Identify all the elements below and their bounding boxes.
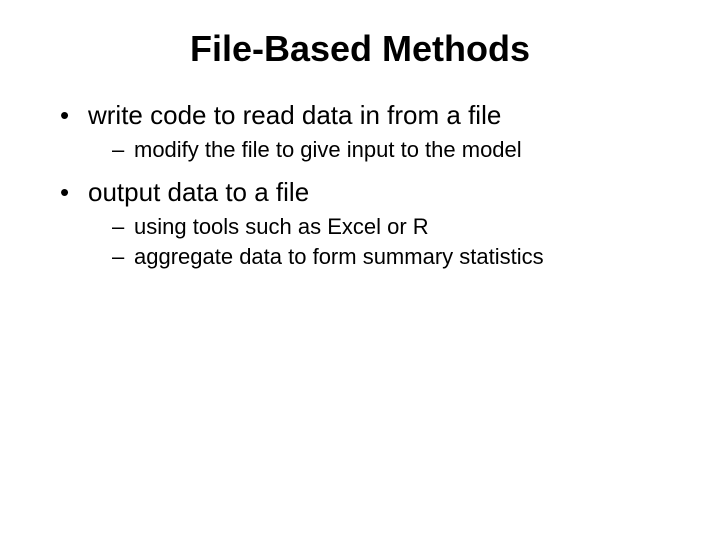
bullet-list: write code to read data in from a file m… xyxy=(40,100,680,270)
sub-list: using tools such as Excel or R aggregate… xyxy=(60,214,680,270)
sub-item: aggregate data to form summary statistic… xyxy=(112,244,680,270)
bullet-item: output data to a file xyxy=(60,177,680,208)
sub-list: modify the file to give input to the mod… xyxy=(60,137,680,163)
slide-title: File-Based Methods xyxy=(40,28,680,70)
sub-item: modify the file to give input to the mod… xyxy=(112,137,680,163)
sub-item: using tools such as Excel or R xyxy=(112,214,680,240)
bullet-item: write code to read data in from a file xyxy=(60,100,680,131)
